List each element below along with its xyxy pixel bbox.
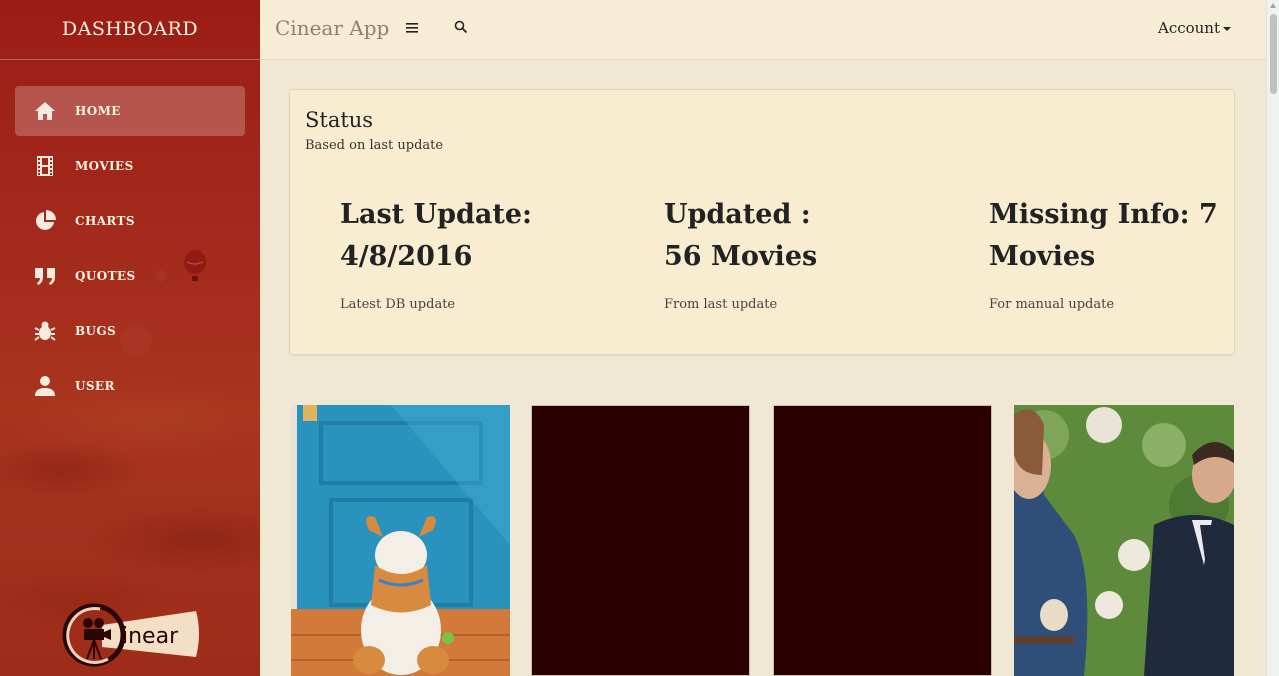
account-label: Account (1157, 19, 1220, 37)
sidebar-item-label: USER (75, 379, 115, 393)
pie-chart-icon (15, 209, 75, 233)
account-dropdown[interactable]: Account (1158, 19, 1231, 37)
stat-last-update: Last Update: 4/8/2016 Latest DB update (340, 194, 570, 312)
stat-value-line2: Movies (989, 241, 1096, 272)
user-icon (15, 374, 75, 398)
brand-title[interactable]: Cinear App (275, 16, 389, 40)
sidebar-item-user[interactable]: USER (15, 361, 245, 411)
movie-poster[interactable] (1014, 405, 1234, 676)
stat-missing-info: Missing Info: 7 Movies For manual update (989, 194, 1219, 312)
movie-poster[interactable] (291, 405, 510, 676)
sidebar-item-quotes[interactable]: QUOTES (15, 251, 245, 301)
logo-text: inear (122, 624, 179, 649)
hamburger-menu-icon[interactable] (404, 20, 420, 36)
search-icon[interactable] (453, 19, 469, 35)
sidebar: DASHBOARD HOME MOVIES CHARTS QUOTES BUGS… (0, 0, 260, 676)
stat-note: For manual update (989, 297, 1115, 312)
stat-updated: Updated : 56 Movies From last update (664, 194, 894, 312)
poster-image-garden (1014, 405, 1234, 676)
sidebar-item-movies[interactable]: MOVIES (15, 141, 245, 191)
sidebar-nav: HOME MOVIES CHARTS QUOTES BUGS USER (0, 86, 260, 411)
stat-value-line1: Updated : (664, 199, 811, 230)
sidebar-item-charts[interactable]: CHARTS (15, 196, 245, 246)
vertical-scrollbar[interactable] (1266, 0, 1279, 676)
top-navbar: Cinear App Account (260, 0, 1266, 60)
movie-poster-placeholder[interactable] (531, 405, 750, 676)
sidebar-item-home[interactable]: HOME (15, 86, 245, 136)
sidebar-title: DASHBOARD (0, 0, 260, 60)
movie-poster-placeholder[interactable] (773, 405, 992, 676)
card-title: Status (305, 108, 374, 132)
stat-note: From last update (664, 297, 778, 312)
film-icon (15, 154, 75, 178)
scroll-up-arrow-icon[interactable] (1270, 3, 1276, 8)
cinear-logo: inear (62, 603, 199, 667)
sidebar-item-label: HOME (75, 104, 121, 118)
stat-value-line2: 56 Movies (664, 241, 818, 272)
stat-value-line1: Last Update: (340, 199, 532, 230)
poster-image-dog-door (291, 405, 510, 676)
bug-icon (15, 319, 75, 343)
home-icon (15, 99, 75, 123)
sidebar-item-label: BUGS (75, 324, 117, 338)
sidebar-item-label: QUOTES (75, 269, 136, 283)
sidebar-item-label: MOVIES (75, 159, 134, 173)
stat-note: Latest DB update (340, 297, 456, 312)
quote-icon (15, 264, 75, 288)
sidebar-item-label: CHARTS (75, 214, 135, 228)
stat-value-line1: Missing Info: 7 (989, 199, 1218, 230)
chevron-down-icon (1223, 26, 1231, 31)
scrollbar-thumb[interactable] (1270, 14, 1277, 94)
status-card: Status Based on last update Last Update:… (289, 89, 1235, 355)
sidebar-item-bugs[interactable]: BUGS (15, 306, 245, 356)
card-subtitle: Based on last update (305, 138, 444, 153)
stat-value-line2: 4/8/2016 (340, 241, 473, 272)
